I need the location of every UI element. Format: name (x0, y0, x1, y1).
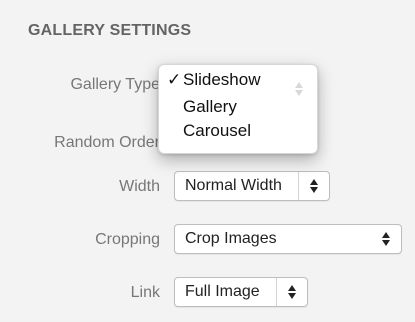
link-label: Link (130, 284, 160, 301)
section-title: GALLERY SETTINGS (28, 22, 192, 39)
link-select[interactable]: Full Image (174, 277, 308, 307)
checkmark-icon: ✓ (167, 70, 182, 89)
gallery-type-option-carousel[interactable]: Carousel (159, 121, 317, 143)
option-label: Slideshow (183, 70, 261, 89)
width-select-value: Normal Width (185, 177, 282, 194)
cropping-select-value: Crop Images (185, 230, 277, 247)
gallery-type-option-gallery[interactable]: Gallery (159, 97, 317, 119)
option-label: Carousel (183, 121, 252, 140)
cropping-label: Cropping (95, 231, 160, 248)
link-select-value: Full Image (185, 283, 260, 300)
gallery-type-dropdown[interactable]: ✓ Slideshow Gallery Carousel (158, 64, 318, 154)
width-label: Width (119, 178, 160, 195)
gallery-settings-panel: GALLERY SETTINGS Gallery Type Random Ord… (0, 0, 415, 322)
gallery-type-label: Gallery Type (70, 76, 160, 93)
gallery-type-option-slideshow[interactable]: ✓ Slideshow (159, 70, 317, 92)
select-arrows-icon (298, 172, 329, 200)
select-arrows-icon (295, 82, 303, 101)
width-select[interactable]: Normal Width (174, 171, 330, 201)
option-label: Gallery (183, 97, 237, 116)
random-order-label: Random Order (54, 134, 160, 151)
select-arrows-icon (371, 225, 401, 253)
cropping-select[interactable]: Crop Images (174, 224, 402, 254)
select-arrows-icon (276, 278, 307, 306)
